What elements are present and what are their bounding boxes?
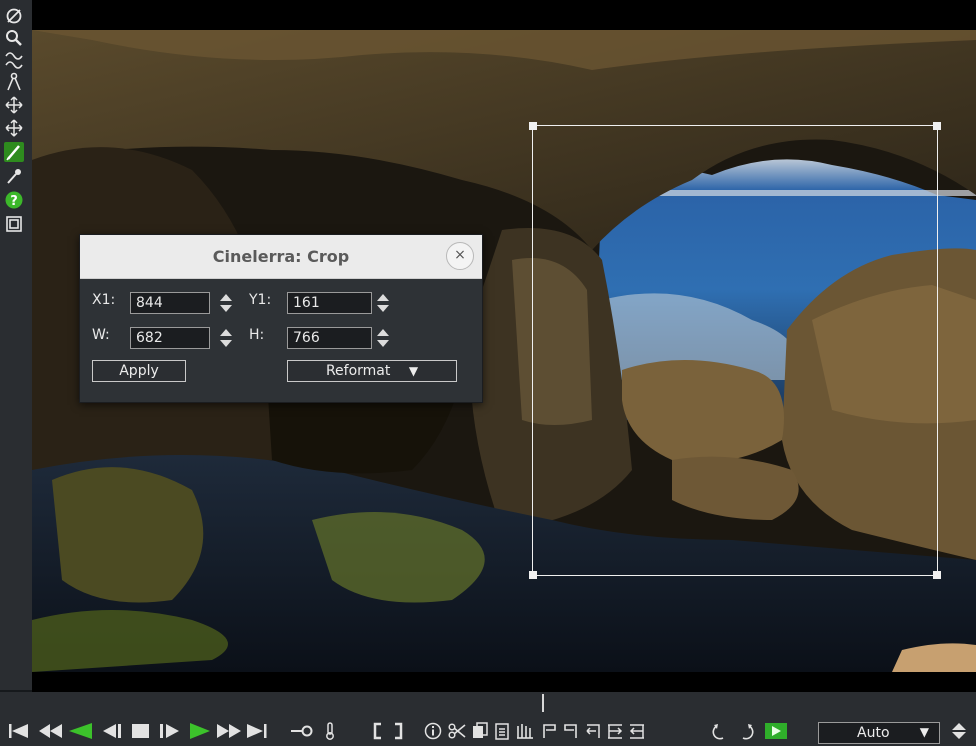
chevron-down-icon: ▼ xyxy=(919,725,929,739)
w-spin-icon[interactable] xyxy=(218,326,234,350)
disable-icon[interactable] xyxy=(4,6,24,26)
x1-label: X1: xyxy=(92,292,116,308)
rewind-to-start-icon[interactable] xyxy=(8,722,30,740)
crop-icon[interactable] xyxy=(4,142,24,162)
frame-forward-icon[interactable] xyxy=(158,722,182,740)
play-icon[interactable] xyxy=(188,722,212,740)
crop-handle-top-left[interactable] xyxy=(529,122,537,130)
undo-icon[interactable] xyxy=(712,722,730,740)
zoom-dropdown[interactable]: Auto ▼ xyxy=(818,722,940,744)
curve-icon[interactable] xyxy=(4,50,24,70)
dialog-titlebar[interactable]: Cinelerra: Crop × xyxy=(80,235,482,279)
transport-bar: Auto ▼ xyxy=(0,714,976,746)
y1-field[interactable]: 161 xyxy=(287,292,372,314)
safe-region-icon[interactable] xyxy=(4,214,24,234)
h-field[interactable]: 766 xyxy=(287,327,372,349)
x1-spin-icon[interactable] xyxy=(218,291,234,315)
tool-strip: ? xyxy=(0,0,32,690)
playhead[interactable] xyxy=(542,694,544,712)
w-field[interactable]: 682 xyxy=(130,327,210,349)
help-icon[interactable]: ? xyxy=(4,190,24,210)
close-button[interactable]: × xyxy=(446,242,474,270)
crop-handle-top-right[interactable] xyxy=(933,122,941,130)
x1-field[interactable]: 844 xyxy=(130,292,210,314)
info-icon[interactable] xyxy=(424,722,442,740)
dialog-title: Cinelerra: Crop xyxy=(212,247,350,266)
copy-icon[interactable] xyxy=(472,722,488,740)
play-reverse-icon[interactable] xyxy=(68,722,94,740)
apply-button[interactable]: Apply xyxy=(92,360,186,382)
fast-forward-icon[interactable] xyxy=(216,722,242,740)
zoom-spin-icon[interactable] xyxy=(948,722,970,740)
crop-dialog: Cinelerra: Crop × X1: 844 Y1: 161 W: 682… xyxy=(79,234,483,403)
label-icon[interactable] xyxy=(516,722,534,740)
redo-icon[interactable] xyxy=(736,722,754,740)
chevron-down-icon: ▼ xyxy=(408,364,419,378)
crop-rectangle[interactable] xyxy=(529,122,941,579)
svg-text:?: ? xyxy=(10,194,18,209)
frame-reverse-icon[interactable] xyxy=(100,722,124,740)
crop-handle-bottom-right[interactable] xyxy=(933,571,941,579)
mark-link-icon[interactable] xyxy=(290,722,314,740)
thermometer-icon[interactable] xyxy=(322,722,338,740)
in-point-icon[interactable] xyxy=(372,722,384,740)
ruler-icon[interactable] xyxy=(4,72,24,92)
eyedropper-icon[interactable] xyxy=(4,166,24,186)
timeline-bar[interactable] xyxy=(0,692,976,714)
cut-icon[interactable] xyxy=(448,722,466,740)
h-label: H: xyxy=(249,327,265,343)
reformat-label: Reformat xyxy=(325,363,391,379)
prev-edit-icon[interactable] xyxy=(584,722,602,740)
crop-handle-bottom-left[interactable] xyxy=(529,571,537,579)
out-point-icon[interactable] xyxy=(392,722,404,740)
play-selection-icon[interactable] xyxy=(764,722,788,740)
y1-label: Y1: xyxy=(249,292,272,308)
trim-right-icon[interactable] xyxy=(628,722,646,740)
prev-label-icon[interactable] xyxy=(540,722,558,740)
zoom-value: Auto xyxy=(857,725,890,741)
forward-to-end-icon[interactable] xyxy=(246,722,268,740)
reformat-dropdown[interactable]: Reformat ▼ xyxy=(287,360,457,382)
y1-spin-icon[interactable] xyxy=(375,291,391,315)
next-label-icon[interactable] xyxy=(562,722,580,740)
fast-rewind-icon[interactable] xyxy=(38,722,64,740)
h-spin-icon[interactable] xyxy=(375,326,391,350)
stop-icon[interactable] xyxy=(130,722,152,740)
w-label: W: xyxy=(92,327,110,343)
trim-left-icon[interactable] xyxy=(606,722,624,740)
paste-icon[interactable] xyxy=(494,722,510,740)
pan-icon[interactable] xyxy=(4,118,24,138)
move-icon[interactable] xyxy=(4,95,24,115)
zoom-icon[interactable] xyxy=(4,28,24,48)
